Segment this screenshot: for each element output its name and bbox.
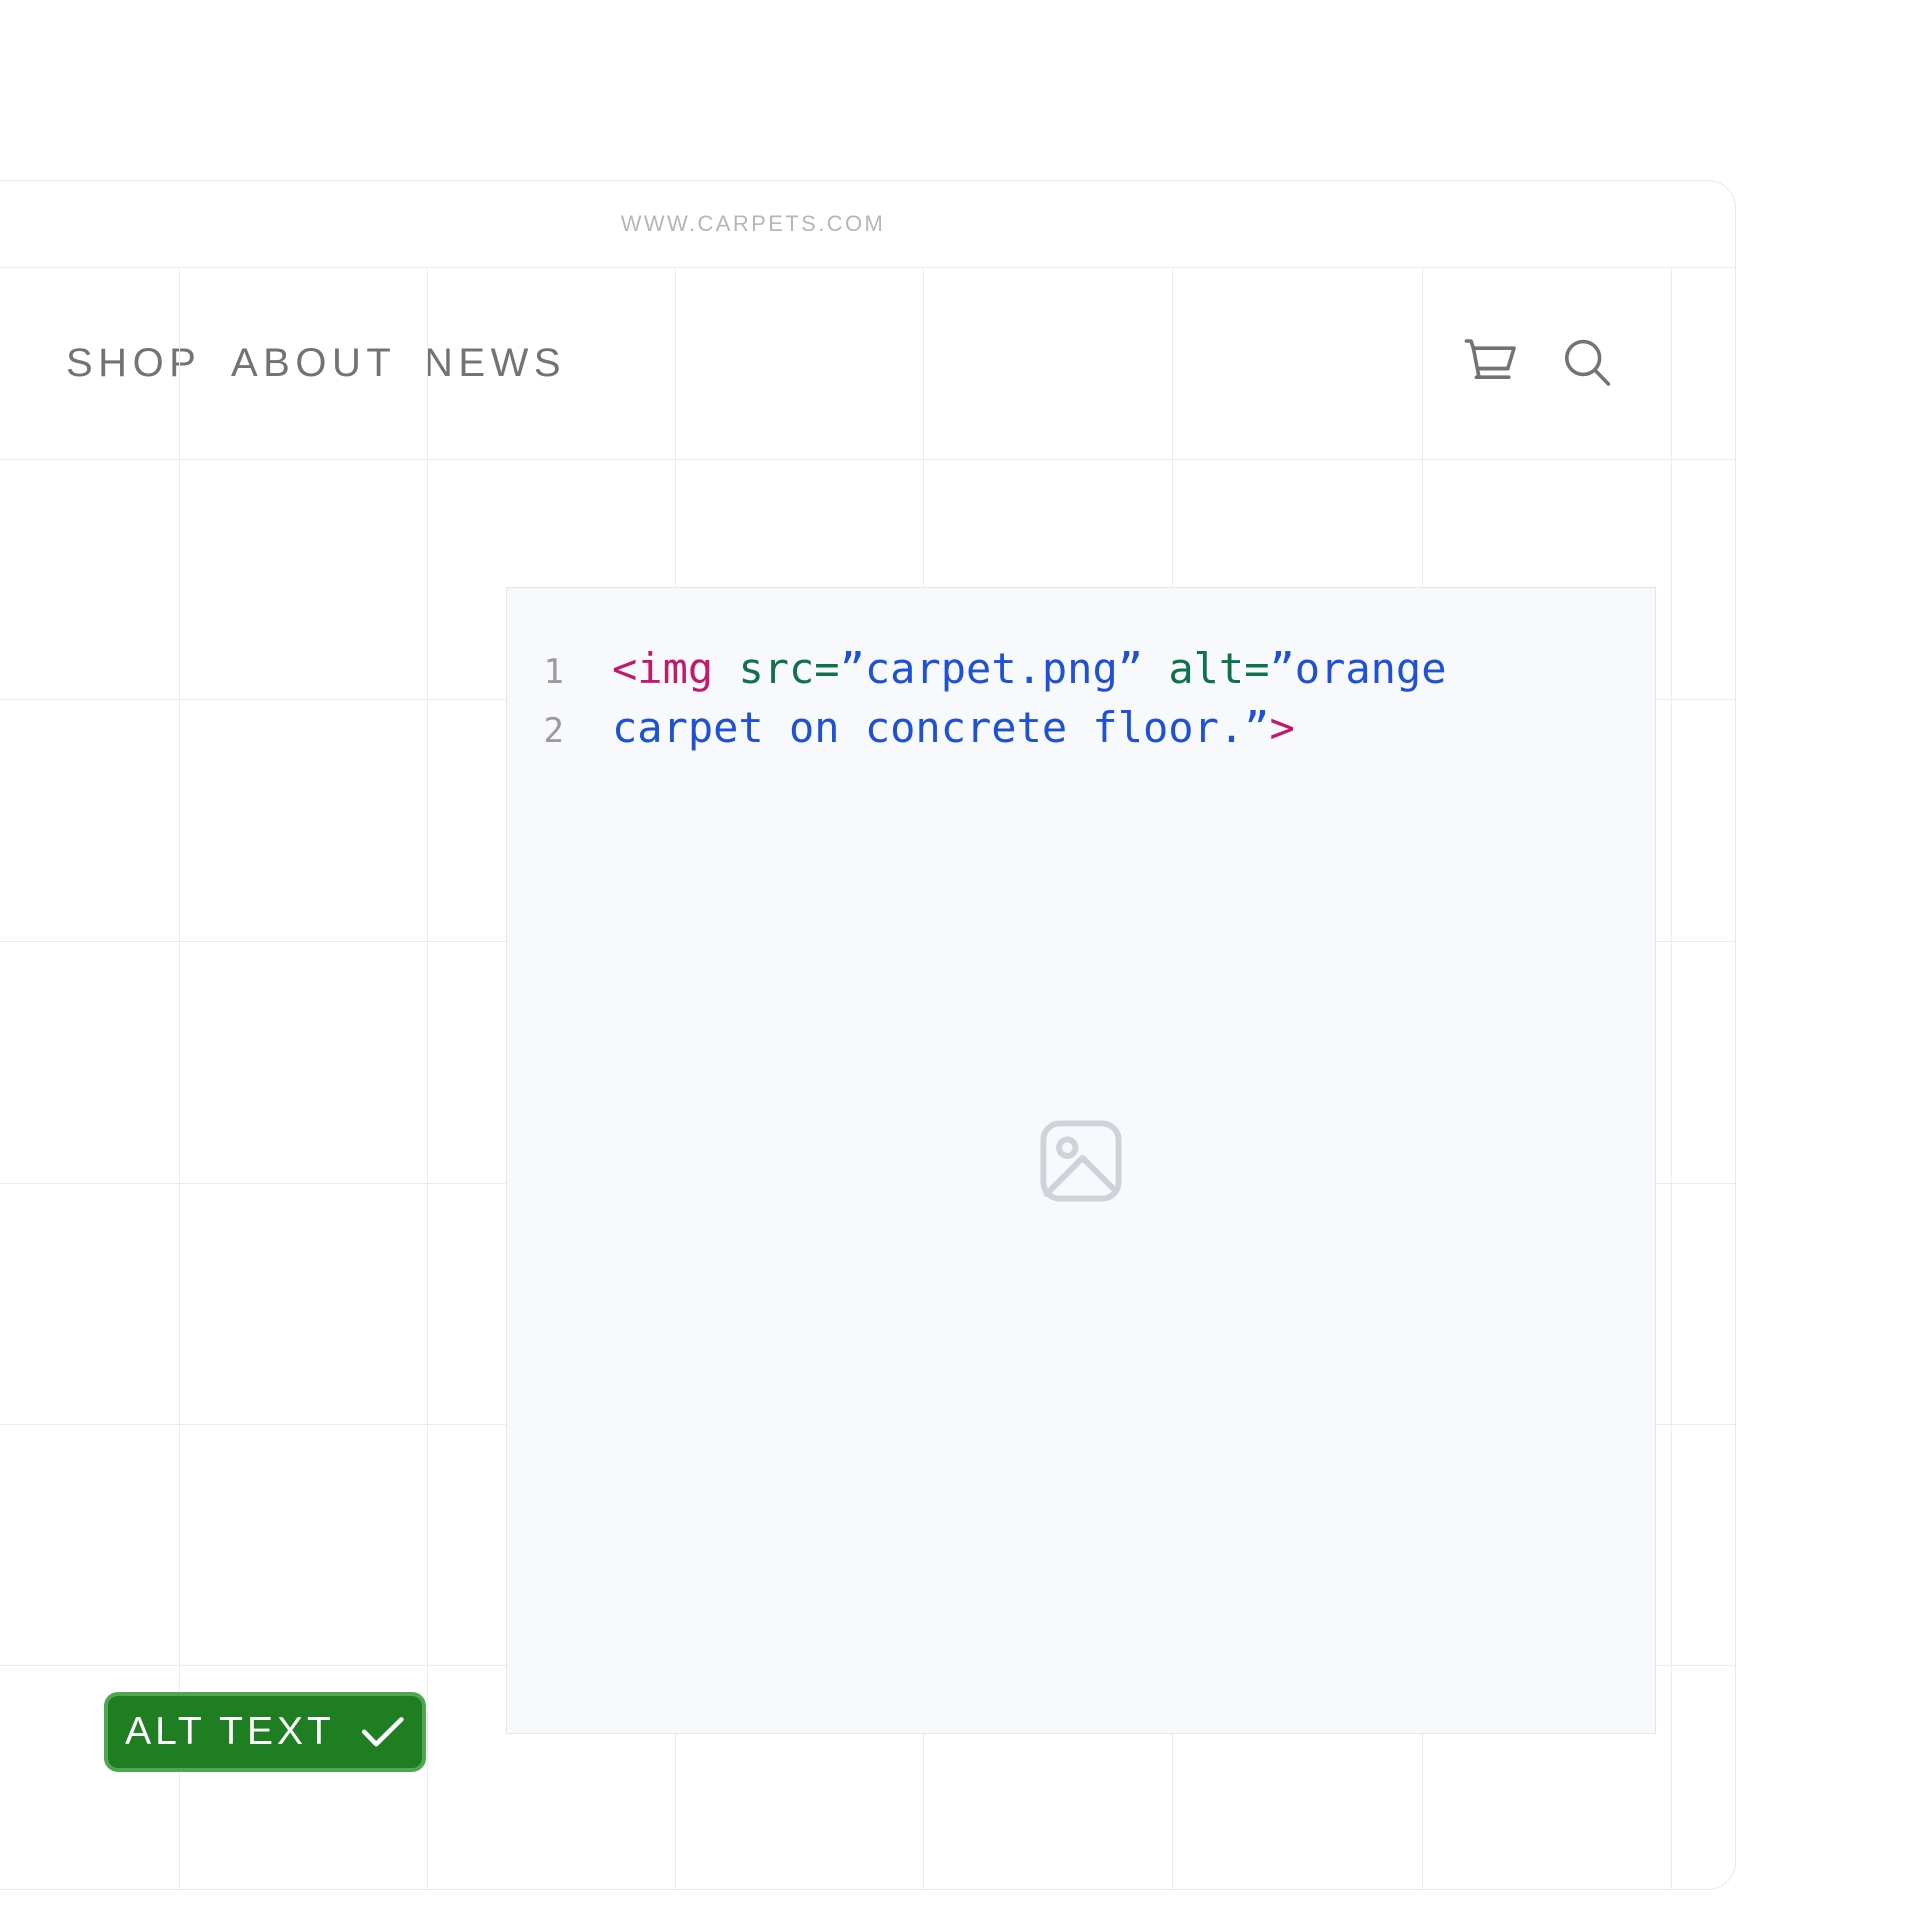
grid-line-v-2 (179, 267, 180, 1889)
grid-line-v-3 (427, 267, 428, 1889)
cart-icon[interactable] (1464, 338, 1518, 388)
code-snippet-panel: 1 <img src= ”carpet.png” alt= ”orange 2 … (506, 587, 1656, 1734)
nav-link-about[interactable]: ABOUT (231, 267, 396, 459)
code-line-number: 1 (543, 652, 564, 692)
nav-link-shop[interactable]: SHOP (66, 267, 201, 459)
code-token-string2: ”orange (1269, 644, 1447, 693)
check-icon (361, 1715, 405, 1749)
site-url-bar: WWW.CARPETS.COM (0, 181, 1735, 267)
nav-link-news-label: NEWS (424, 340, 566, 385)
site-nav: SHOP ABOUT NEWS (0, 267, 1735, 459)
image-placeholder-icon (1034, 1114, 1128, 1208)
nav-link-shop-label: SHOP (66, 340, 202, 385)
screenshot-root: WWW.CARPETS.COM SHOP ABOUT NEWS 1 <img s… (0, 0, 1919, 1919)
site-url-text: WWW.CARPETS.COM (620, 211, 886, 236)
code-token-space2 (1143, 641, 1168, 697)
code-token-tag2: > (1269, 703, 1295, 752)
code-token-attr: src= (738, 644, 840, 693)
code-token-tag: <img (612, 644, 714, 693)
code-line-number: 2 (543, 711, 564, 751)
nav-link-about-label: ABOUT (231, 340, 397, 385)
code-lines: 1 <img src= ”carpet.png” alt= ”orange 2 … (507, 641, 1655, 759)
code-token-string: ”carpet.png” (839, 644, 1144, 693)
grid-line-h-2 (0, 459, 1735, 460)
nav-link-news[interactable]: NEWS (424, 267, 566, 459)
code-token-attr2: alt= (1168, 644, 1270, 693)
search-icon[interactable] (1560, 336, 1614, 390)
grid-line-v-8 (1671, 267, 1672, 1889)
alt-text-badge-label: ALT TEXT (125, 1710, 335, 1753)
nav-icon-group (1464, 267, 1614, 459)
alt-text-badge[interactable]: ALT TEXT (104, 1692, 426, 1772)
grid-line-h-1 (0, 267, 1735, 268)
code-line: 2 carpet on concrete floor.” > (507, 700, 1655, 759)
code-token-string3: carpet on concrete floor.” (612, 703, 1270, 752)
code-line: 1 <img src= ”carpet.png” alt= ”orange (507, 641, 1655, 700)
